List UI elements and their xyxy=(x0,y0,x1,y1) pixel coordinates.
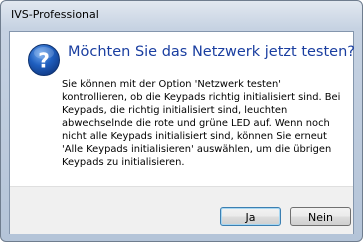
message-line: kontrollieren, ob die Keypads richtig in… xyxy=(62,92,341,103)
dialog-message: Sie können mit der Option 'Netzwerk test… xyxy=(62,78,347,169)
yes-button-label: Ja xyxy=(245,211,256,224)
message-line: Keypads zu initialisieren. xyxy=(62,157,185,168)
no-button[interactable]: Nein xyxy=(290,207,351,226)
message-line: abwechselnde die rote und grüne LED auf.… xyxy=(62,118,330,129)
yes-button[interactable]: Ja xyxy=(220,207,281,226)
button-bar: Ja Nein xyxy=(10,186,353,234)
message-line: 'Alle Keypads initialisieren' auswählen,… xyxy=(62,144,332,155)
dialog-heading: Möchten Sie das Netzwerk jetzt testen? xyxy=(68,44,355,60)
title-bar[interactable]: IVS-Professional xyxy=(1,1,362,29)
dialog-window: IVS-Professional ? Möchten Sie das Netzw… xyxy=(0,0,363,242)
message-line: Sie können mit der Option 'Netzwerk test… xyxy=(62,79,281,90)
svg-text:?: ? xyxy=(38,49,50,73)
dialog-content: ? Möchten Sie das Netzwerk jetzt testen?… xyxy=(9,31,355,234)
window-title: IVS-Professional xyxy=(11,8,99,21)
question-icon: ? xyxy=(27,43,61,77)
message-line: nicht alle Keypads initialisiert sind, k… xyxy=(62,131,327,142)
no-button-label: Nein xyxy=(307,211,334,224)
message-line: Keypads, die richtig initialisiert sind,… xyxy=(62,105,288,116)
